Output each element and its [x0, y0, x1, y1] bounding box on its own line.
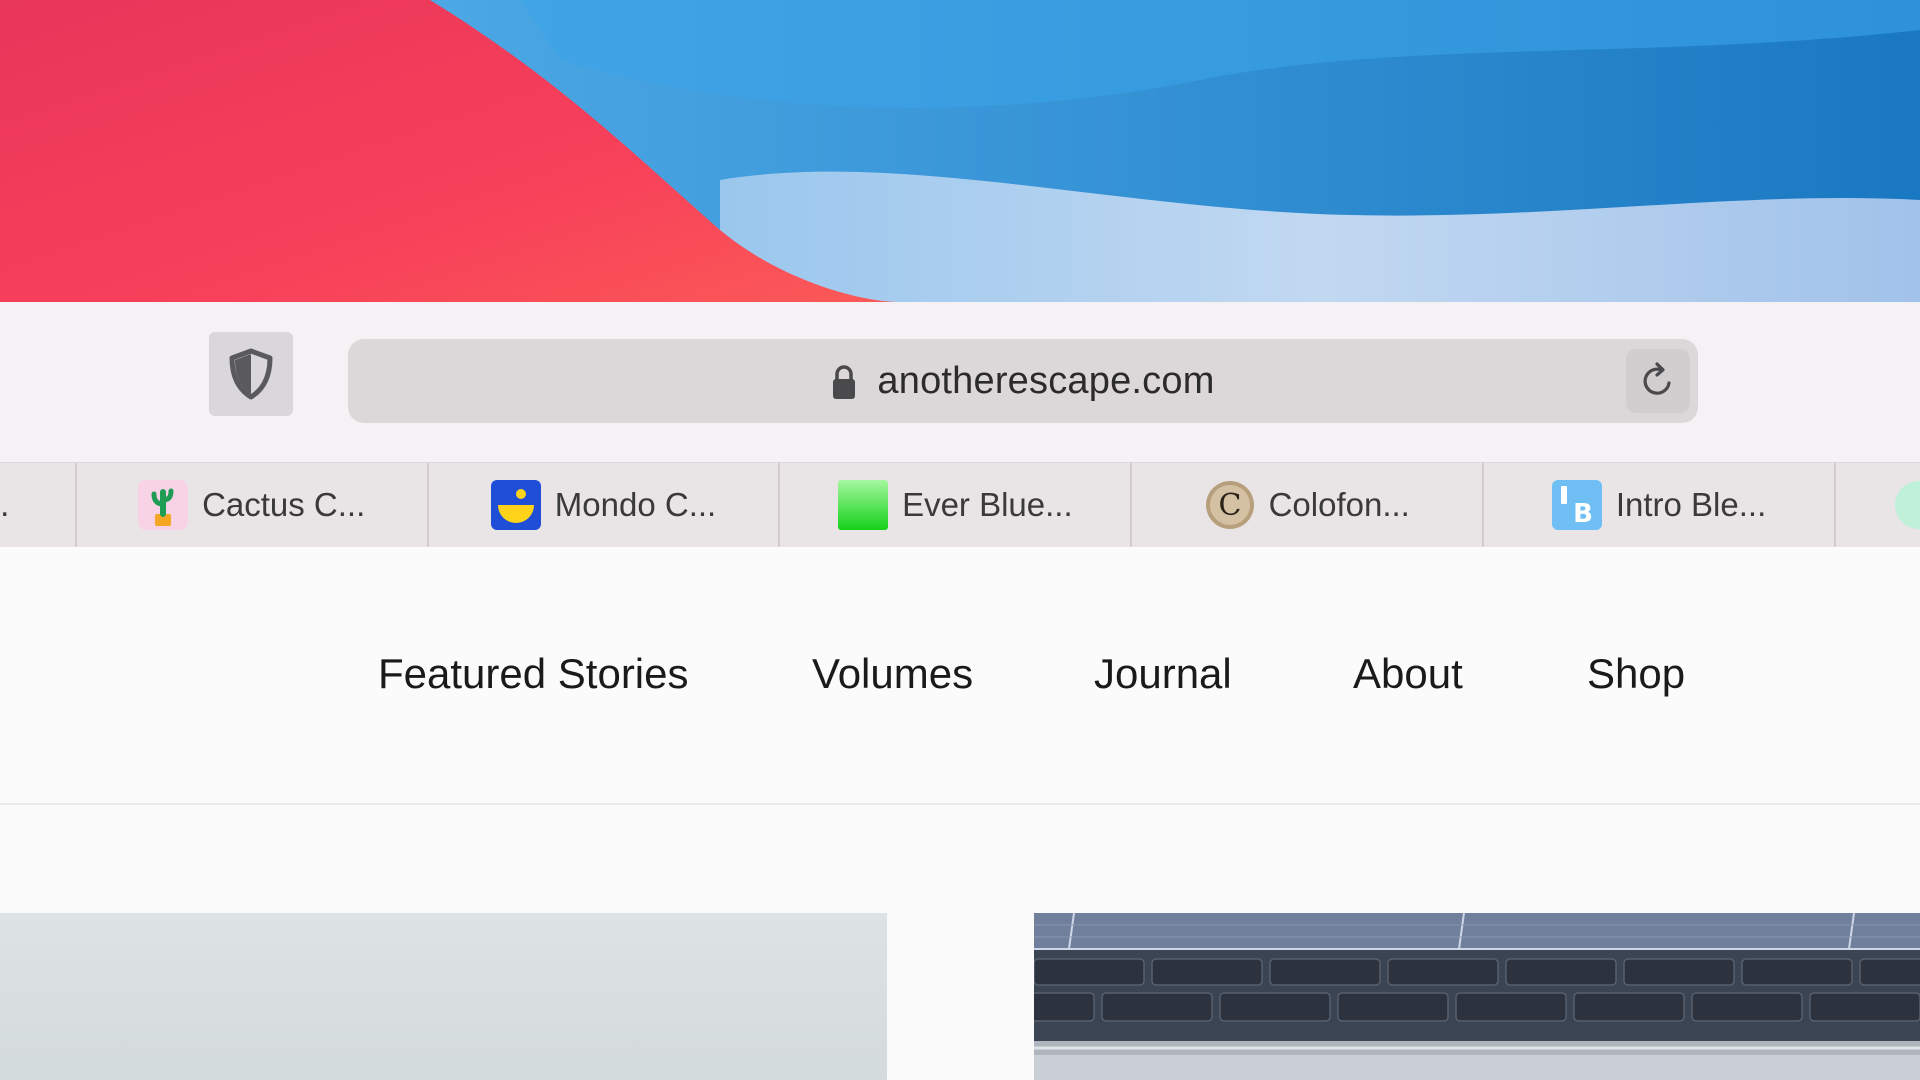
favorite-item-truncated[interactable] — [1836, 463, 1920, 547]
favorite-item-cactus[interactable]: Cactus C... — [77, 463, 429, 547]
url-text[interactable]: anotherescape.com — [877, 360, 1214, 403]
nav-link-journal[interactable]: Journal — [1094, 650, 1232, 698]
site-navigation: Featured Stories Volumes Journal About S… — [0, 547, 1920, 805]
favorite-item-intro-blend[interactable]: B Intro Ble... — [1484, 463, 1836, 547]
mondo-icon — [490, 480, 541, 530]
reload-icon — [1643, 362, 1671, 395]
favorite-label: Intro Ble... — [1615, 486, 1767, 523]
cactus-icon — [138, 480, 189, 530]
solar-roof-image — [1034, 913, 1920, 1080]
favorite-icon-partial — [1894, 481, 1920, 529]
svg-text:B: B — [1573, 499, 1593, 529]
story-card-image-right[interactable] — [1034, 913, 1920, 1080]
favorites-bar: . Cactus C... Mondo C... Ever Blue... C … — [0, 462, 1920, 548]
nav-link-shop[interactable]: Shop — [1587, 650, 1685, 698]
web-page: Featured Stories Volumes Journal About S… — [0, 547, 1920, 1080]
lock-icon — [833, 365, 856, 399]
colofon-c-icon: C — [1205, 481, 1254, 529]
reload-button[interactable] — [1626, 349, 1690, 413]
desktop-wallpaper — [0, 0, 1920, 302]
favorite-label: Colofon... — [1268, 486, 1410, 523]
favorite-label: Ever Blue... — [902, 486, 1073, 523]
nav-link-about[interactable]: About — [1353, 650, 1463, 698]
story-card-image-left[interactable] — [0, 913, 887, 1080]
favorite-item-mondo[interactable]: Mondo C... — [429, 463, 781, 547]
favorite-item-colofon[interactable]: C Colofon... — [1132, 463, 1485, 547]
favorite-label: Cactus C... — [202, 486, 366, 523]
shield-icon — [229, 348, 273, 400]
nav-link-volumes[interactable]: Volumes — [812, 650, 973, 698]
nav-link-featured-stories[interactable]: Featured Stories — [378, 650, 689, 698]
favorite-item-truncated[interactable]: . — [0, 463, 77, 547]
privacy-report-button[interactable] — [209, 332, 293, 416]
address-bar[interactable]: anotherescape.com — [348, 339, 1698, 423]
favorite-item-ever-blue[interactable]: Ever Blue... — [780, 463, 1133, 547]
intro-b-icon: B — [1551, 480, 1602, 530]
address-content: anotherescape.com — [348, 339, 1698, 423]
svg-text:C: C — [1218, 488, 1241, 523]
favorite-label: Mondo C... — [554, 486, 717, 523]
wallpaper-art — [0, 0, 1920, 302]
green-square-icon — [838, 480, 889, 530]
